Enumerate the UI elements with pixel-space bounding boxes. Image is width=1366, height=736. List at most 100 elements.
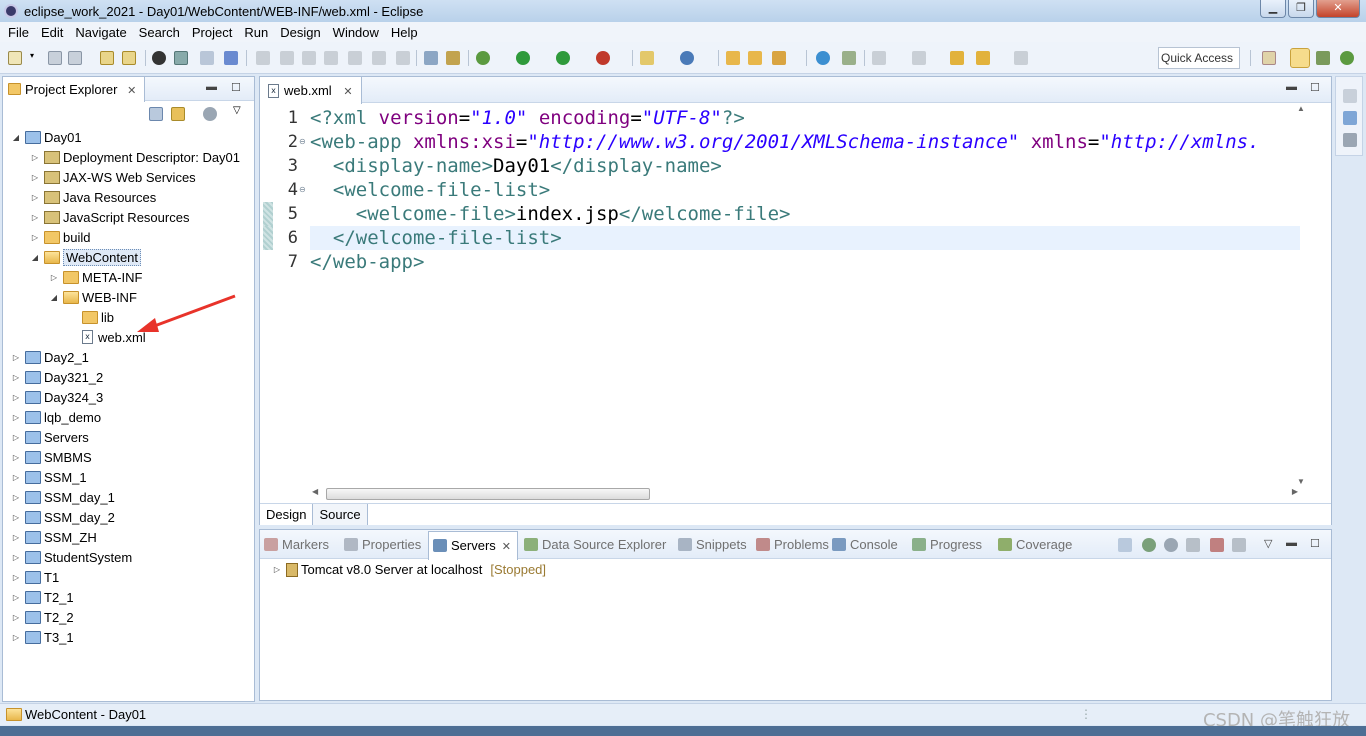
tree-item[interactable]: ▷ META-INF [49, 267, 143, 287]
fold-toggle-icon[interactable]: ⊖ [299, 185, 306, 194]
stop-server-icon[interactable] [1210, 538, 1224, 552]
debug-server-icon[interactable] [1142, 538, 1156, 552]
expand-chevron-icon[interactable]: ▷ [11, 473, 21, 482]
tab-data-source-explorer[interactable]: Data Source Explorer [524, 537, 666, 552]
tree-item[interactable]: ▷ T3_1 [11, 627, 74, 647]
fold-toggle-icon[interactable]: ⊖ [299, 137, 306, 146]
vertical-scrollbar[interactable]: ▲ ▼ [1295, 104, 1309, 486]
tree-item[interactable]: ▷ Deployment Descriptor: Day01 [30, 147, 240, 167]
tab-source[interactable]: Source [313, 504, 368, 525]
external-tools-icon[interactable] [596, 51, 610, 65]
tree-item[interactable]: ▷ lqb_demo [11, 407, 101, 427]
collapse-all-icon[interactable] [149, 107, 163, 121]
menu-file[interactable]: File [2, 25, 35, 40]
maximize-panel-button[interactable]: ☐ [1310, 537, 1320, 550]
save-icon[interactable] [48, 51, 62, 65]
expand-chevron-icon[interactable]: ▷ [11, 533, 21, 542]
expand-chevron-icon[interactable]: ▷ [272, 565, 282, 574]
next-annotation-icon[interactable] [872, 51, 886, 65]
new-icon[interactable] [8, 51, 22, 65]
search-icon[interactable] [842, 51, 856, 65]
view-menu-chevron-down-icon[interactable]: ▽ [233, 105, 241, 116]
tab-coverage[interactable]: Coverage [998, 537, 1072, 552]
open-resource-icon[interactable] [122, 51, 136, 65]
terminal-icon[interactable] [174, 51, 188, 65]
link-with-editor-icon[interactable] [171, 107, 185, 121]
menu-navigate[interactable]: Navigate [69, 25, 132, 40]
filters-icon[interactable] [203, 107, 217, 121]
server-row[interactable]: ▷ Tomcat v8.0 Server at localhost [Stopp… [272, 562, 546, 577]
use-step-filters-icon[interactable] [446, 51, 460, 65]
open-perspective-icon[interactable] [1262, 51, 1276, 65]
account-icon[interactable] [152, 51, 166, 65]
tab-snippets[interactable]: Snippets [678, 537, 747, 552]
expand-chevron-icon[interactable]: ▷ [11, 393, 21, 402]
open-project-icon[interactable] [748, 51, 762, 65]
debug-perspective-icon[interactable] [1340, 51, 1354, 65]
profile-server-icon[interactable] [1186, 538, 1200, 552]
java-ee-perspective-icon[interactable] [1290, 48, 1310, 68]
open-type-icon[interactable] [100, 51, 114, 65]
publish-icon[interactable] [1232, 538, 1246, 552]
scroll-left-icon[interactable]: ◀ [312, 487, 318, 496]
minimize-panel-button[interactable]: ▬ [1286, 537, 1297, 549]
tab-markers[interactable]: Markers [264, 537, 329, 552]
tree-item[interactable]: ▷ SSM_ZH [11, 527, 97, 547]
suspend-icon[interactable] [280, 51, 294, 65]
resume-icon[interactable] [256, 51, 270, 65]
close-icon[interactable]: ✕ [127, 85, 136, 97]
horizontal-scrollbar[interactable]: ◀ ▶ [310, 485, 1300, 501]
skip-breakpoints-icon[interactable] [200, 51, 214, 65]
menu-edit[interactable]: Edit [35, 25, 69, 40]
tree-item[interactable]: ▷ JavaScript Resources [30, 207, 190, 227]
code-line[interactable]: <display-name>Day01</display-name> [310, 154, 722, 178]
tab-problems[interactable]: Problems [756, 537, 829, 552]
tree-item[interactable]: ▷ StudentSystem [11, 547, 132, 567]
outline-icon[interactable] [1343, 111, 1357, 125]
expand-chevron-icon[interactable]: ▷ [11, 613, 21, 622]
menu-help[interactable]: Help [385, 25, 424, 40]
code-line[interactable]: <?xml version="1.0" encoding="UTF-8"?> [310, 106, 745, 130]
expand-chevron-icon[interactable]: ▷ [49, 273, 59, 282]
new-java-class-icon[interactable] [680, 51, 694, 65]
start-server-icon[interactable] [1164, 538, 1178, 552]
restore-icon[interactable] [1343, 89, 1357, 103]
tree-item[interactable]: ▷ T2_2 [11, 607, 74, 627]
code-line[interactable]: <welcome-file-list> [310, 178, 550, 202]
tab-servers[interactable]: Servers ✕ [428, 531, 519, 560]
scroll-up-icon[interactable]: ▲ [1297, 104, 1305, 113]
debug-icon[interactable] [476, 51, 490, 65]
tree-item[interactable]: ▷ Day321_2 [11, 367, 103, 387]
previous-annotation-icon[interactable] [912, 51, 926, 65]
java-perspective-icon[interactable] [1316, 51, 1330, 65]
menu-run[interactable]: Run [238, 25, 274, 40]
collapse-chevron-icon[interactable]: ◢ [49, 293, 59, 302]
horizontal-scroll-thumb[interactable] [326, 488, 650, 500]
minimize-editor-button[interactable]: ▬ [1286, 81, 1297, 93]
tree-item[interactable]: ▷ build [30, 227, 91, 247]
expand-chevron-icon[interactable]: ▷ [30, 233, 40, 242]
expand-chevron-icon[interactable]: ▷ [11, 593, 21, 602]
code-line[interactable]: <web-app xmlns:xsi="http://www.w3.org/20… [310, 130, 1260, 154]
tab-properties[interactable]: Properties [344, 537, 421, 552]
menu-design[interactable]: Design [274, 25, 326, 40]
tree-item[interactable]: ▷ Day2_1 [11, 347, 89, 367]
expand-chevron-icon[interactable]: ▷ [11, 433, 21, 442]
expand-chevron-icon[interactable]: ▷ [11, 353, 21, 362]
tree-item[interactable]: ◢ WEB-INF [49, 287, 137, 307]
tab-design[interactable]: Design [260, 504, 314, 525]
expand-chevron-icon[interactable]: ▷ [11, 373, 21, 382]
expand-chevron-icon[interactable]: ▷ [30, 153, 40, 162]
new-server-icon[interactable] [640, 51, 654, 65]
tree-item[interactable]: ▷ T1 [11, 567, 59, 587]
view-menu-chevron-down-icon[interactable]: ▽ [1264, 537, 1272, 550]
collapse-all-icon[interactable] [1118, 538, 1132, 552]
tree-item[interactable]: ▷ Servers [11, 427, 89, 447]
scroll-right-icon[interactable]: ▶ [1292, 487, 1298, 496]
tree-item[interactable]: lib [68, 307, 114, 327]
expand-chevron-icon[interactable]: ▷ [30, 213, 40, 222]
collapse-chevron-icon[interactable]: ◢ [11, 133, 21, 142]
code-area[interactable]: <?xml version="1.0" encoding="UTF-8"?> <w… [310, 104, 1300, 486]
toggle-marker-icon[interactable] [224, 51, 238, 65]
close-window-button[interactable]: ✕ [1316, 0, 1360, 18]
